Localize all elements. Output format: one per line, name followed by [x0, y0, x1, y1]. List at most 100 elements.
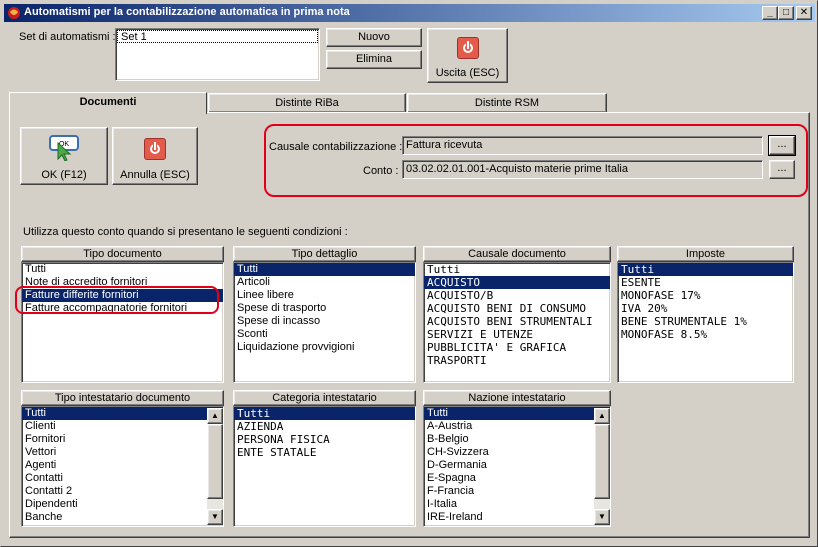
scroll-up-icon[interactable]: ▲: [207, 408, 223, 424]
header-label: Tipo documento: [83, 248, 162, 260]
highlight-frame-causale: [264, 124, 808, 197]
list-item[interactable]: Dipendenti: [22, 498, 223, 511]
close-icon: ✕: [799, 7, 809, 18]
categoria-intestatario-list[interactable]: Tutti AZIENDA PERSONA FISICA ENTE STATALE: [233, 406, 416, 527]
list-item[interactable]: ACQUISTO BENI STRUMENTALI: [424, 315, 610, 328]
list-item[interactable]: MONOFASE 17%: [618, 289, 793, 302]
imposte-list[interactable]: Tutti ESENTE MONOFASE 17% IVA 20% BENE STRUM…: [617, 262, 794, 383]
maximize-icon: □: [782, 7, 790, 18]
tipo-intestatario-header[interactable]: Tipo intestatario documento: [21, 390, 224, 406]
causale-documento-header[interactable]: Causale documento: [423, 246, 611, 262]
tipo-documento-header[interactable]: Tipo documento: [21, 246, 224, 262]
set-listbox[interactable]: Set 1: [115, 28, 320, 81]
tipo-dettaglio-list[interactable]: Tutti Articoli Linee libere Spese di traspo…: [233, 262, 416, 383]
maximize-button[interactable]: □: [778, 6, 794, 20]
list-item[interactable]: Articoli: [234, 276, 415, 289]
imposte-header[interactable]: Imposte: [617, 246, 794, 262]
list-item[interactable]: Tutti: [22, 407, 223, 420]
list-item[interactable]: Clienti: [22, 420, 223, 433]
list-item[interactable]: Spese di trasporto: [234, 302, 415, 315]
list-item[interactable]: Tutti: [424, 407, 610, 420]
list-item[interactable]: A-Austria: [424, 420, 610, 433]
categoria-intestatario-header[interactable]: Categoria intestatario: [233, 390, 416, 406]
list-item[interactable]: F-Francia: [424, 485, 610, 498]
close-button[interactable]: ✕: [796, 6, 812, 20]
list-item[interactable]: PUBBLICITA' E GRAFICA: [424, 341, 610, 354]
main-window: Automatismi per la contabilizzazione aut…: [0, 0, 818, 547]
list-item[interactable]: MONOFASE 8.5%: [618, 328, 793, 341]
tipo-intestatario-scrollbar[interactable]: ▲ ▼: [207, 408, 223, 525]
minimize-button[interactable]: _: [762, 6, 778, 20]
elimina-button[interactable]: Elimina: [326, 50, 422, 69]
list-item[interactable]: ACQUISTO/B: [424, 289, 610, 302]
scroll-thumb[interactable]: [594, 424, 610, 499]
scroll-down-icon[interactable]: ▼: [207, 509, 223, 525]
list-item[interactable]: PERSONA FISICA: [234, 433, 415, 446]
nazione-intestatario-list[interactable]: Tutti A-Austria B-Belgio CH-Svizzera D-Germa…: [423, 406, 611, 527]
list-item[interactable]: Sconti: [234, 328, 415, 341]
nazione-intestatario-header[interactable]: Nazione intestatario: [423, 390, 611, 406]
list-item[interactable]: Vettori: [22, 446, 223, 459]
set-label: Set di automatismi :: [19, 31, 116, 43]
tipo-intestatario-list[interactable]: Tutti Clienti Fornitori Vettori Agenti Contat…: [21, 406, 224, 527]
tab-label: Distinte RiBa: [275, 97, 339, 109]
tipo-dettaglio-header[interactable]: Tipo dettaglio: [233, 246, 416, 262]
nazione-intestatario-scrollbar[interactable]: ▲ ▼: [594, 408, 610, 525]
ok-icon: OK: [49, 135, 79, 161]
uscita-button[interactable]: Uscita (ESC): [427, 28, 508, 83]
scroll-up-icon[interactable]: ▲: [594, 408, 610, 424]
title-bar[interactable]: Automatismi per la contabilizzazione aut…: [4, 4, 815, 22]
list-item[interactable]: Contatti: [22, 472, 223, 485]
list-item[interactable]: ACQUISTO: [424, 276, 610, 289]
list-item[interactable]: Tutti: [22, 263, 223, 276]
annulla-button[interactable]: Annulla (ESC): [112, 127, 198, 185]
list-item[interactable]: IRE-Ireland: [424, 511, 610, 524]
header-label: Tipo dettaglio: [291, 248, 358, 260]
app-icon: [8, 7, 20, 19]
list-item[interactable]: Banche: [22, 511, 223, 524]
list-item[interactable]: Tutti: [234, 407, 415, 420]
list-item[interactable]: AZIENDA: [234, 420, 415, 433]
list-item[interactable]: Fornitori: [22, 433, 223, 446]
tipo-documento-list[interactable]: Tutti Note di accredito fornitori Fatture …: [21, 262, 224, 383]
list-item[interactable]: IVA 20%: [618, 302, 793, 315]
nuovo-label: Nuovo: [358, 31, 390, 43]
list-item[interactable]: Tutti: [618, 263, 793, 276]
tab-distinte-rsm[interactable]: Distinte RSM: [407, 93, 607, 113]
tab-documenti[interactable]: Documenti: [9, 92, 207, 114]
list-item[interactable]: ESENTE: [618, 276, 793, 289]
list-item[interactable]: BENE STRUMENTALE 1%: [618, 315, 793, 328]
list-item[interactable]: Agenti: [22, 459, 223, 472]
scroll-thumb[interactable]: [207, 424, 223, 499]
list-item[interactable]: Liquidazione provvigioni: [234, 341, 415, 354]
list-item[interactable]: E-Spagna: [424, 472, 610, 485]
list-item[interactable]: CH-Svizzera: [424, 446, 610, 459]
exit-icon: [457, 37, 479, 59]
list-item[interactable]: I-Italia: [424, 498, 610, 511]
header-label: Nazione intestatario: [468, 392, 566, 404]
scroll-down-icon[interactable]: ▼: [594, 509, 610, 525]
list-item[interactable]: ACQUISTO BENI DI CONSUMO: [424, 302, 610, 315]
causale-documento-list[interactable]: Tutti ACQUISTO ACQUISTO/B ACQUISTO BENI DI …: [423, 262, 611, 383]
list-item[interactable]: SERVIZI E UTENZE: [424, 328, 610, 341]
nuovo-button[interactable]: Nuovo: [326, 28, 422, 47]
conditions-text: Utilizza questo conto quando si presenta…: [23, 226, 348, 238]
list-item[interactable]: B-Belgio: [424, 433, 610, 446]
list-item[interactable]: TRASPORTI: [424, 354, 610, 367]
window-title: Automatismi per la contabilizzazione aut…: [24, 6, 350, 18]
set-item[interactable]: Set 1: [117, 30, 318, 43]
list-item[interactable]: Contatti 2: [22, 485, 223, 498]
list-item[interactable]: Tutti: [234, 263, 415, 276]
list-item[interactable]: ENTE STATALE: [234, 446, 415, 459]
list-item[interactable]: Spese di incasso: [234, 315, 415, 328]
tab-distinte-riba[interactable]: Distinte RiBa: [208, 93, 406, 113]
cancel-icon: [144, 138, 166, 160]
elimina-label: Elimina: [355, 53, 393, 65]
header-label: Tipo intestatario documento: [54, 392, 191, 404]
list-item[interactable]: D-Germania: [424, 459, 610, 472]
list-item[interactable]: Tutti: [424, 263, 610, 276]
header-label: Imposte: [685, 248, 726, 260]
ok-button[interactable]: OK OK (F12): [20, 127, 108, 185]
list-item[interactable]: Linee libere: [234, 289, 415, 302]
header-label: Categoria intestatario: [272, 392, 377, 404]
